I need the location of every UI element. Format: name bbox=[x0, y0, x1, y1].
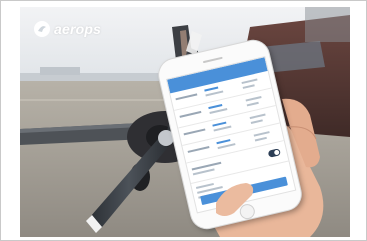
phone-speaker bbox=[202, 56, 223, 64]
toggle-switch bbox=[267, 148, 281, 158]
image-frame: aerops bbox=[0, 0, 367, 241]
brand-logo: aerops bbox=[33, 19, 101, 39]
marketing-photo: aerops bbox=[20, 7, 350, 237]
aerops-logo-icon bbox=[34, 21, 50, 37]
brand-wordmark: aerops bbox=[54, 21, 102, 37]
